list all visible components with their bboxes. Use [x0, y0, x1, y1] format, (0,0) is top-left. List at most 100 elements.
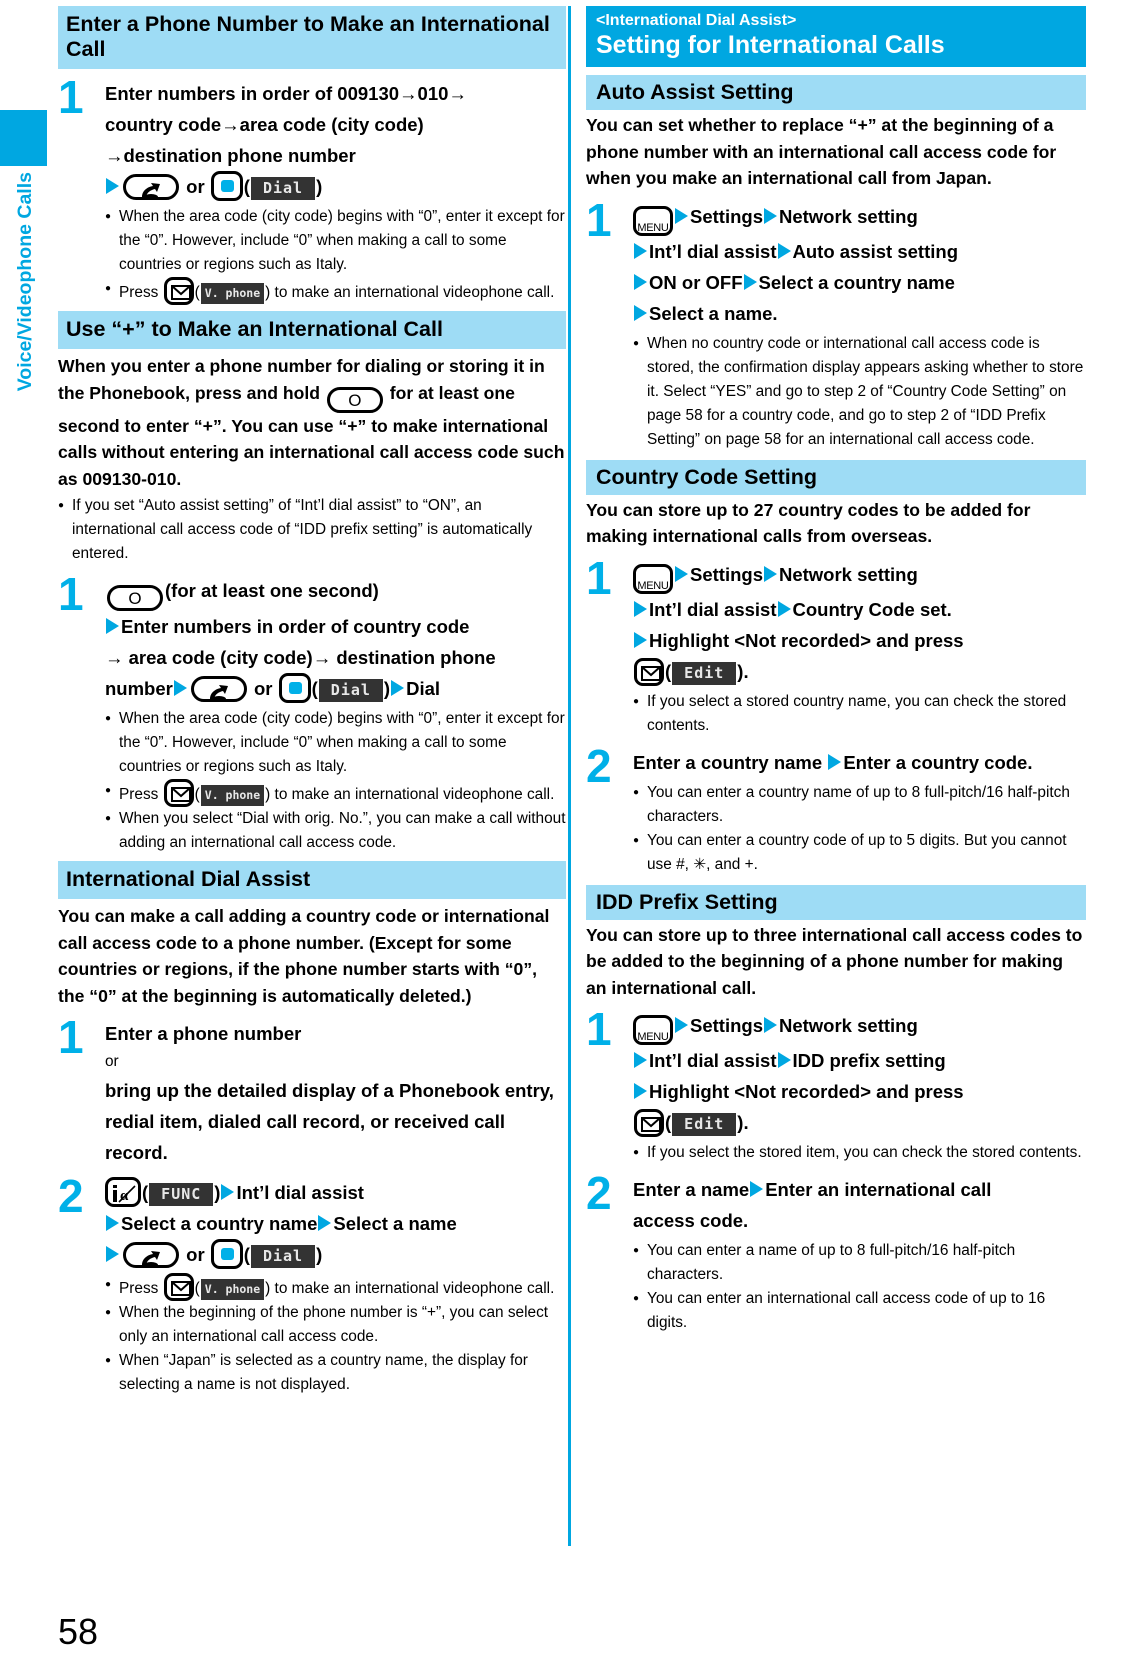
softkey-dial: Dial	[318, 679, 383, 702]
blue-arrow-icon	[763, 565, 777, 582]
step-text: IDD prefix setting	[792, 1050, 946, 1071]
section-title-use-plus: Use “+” to Make an International Call	[58, 311, 566, 349]
blue-arrow-icon	[634, 242, 647, 259]
blue-arrow-icon	[173, 680, 187, 696]
section-lead: You can store up to three international …	[586, 924, 1083, 998]
blue-arrow-icon	[675, 207, 688, 224]
mail-key-icon	[163, 779, 194, 807]
softkey-dial: Dial	[250, 177, 316, 200]
section-lead: You can store up to 27 country codes to …	[586, 499, 1031, 547]
step-text: Select a country name	[121, 1213, 318, 1234]
right-column: <International Dial Assist> Setting for …	[578, 0, 1086, 1335]
call-key-icon	[190, 676, 247, 702]
select-key-icon	[210, 171, 243, 201]
menu-key-icon: MENU	[633, 563, 673, 594]
step-1-country-code: 1 MENUSettings Network setting Int’l dial…	[586, 555, 1086, 738]
step-line: → area code (city code)→ destination pho…	[105, 642, 566, 673]
chapter-title: Setting for International Calls	[596, 31, 945, 59]
zero-key-icon: O	[107, 585, 163, 611]
note-item: If you set “Auto assist setting” of “Int…	[58, 494, 566, 566]
blue-arrow-icon	[106, 618, 119, 634]
arrow-glyph: →	[105, 145, 124, 166]
section-title-international-dial-assist: International Dial Assist	[58, 861, 566, 899]
step-2-enter-name-access-code: 2 Enter a name Enter an international cal…	[586, 1170, 1086, 1335]
step-text: Int’l dial assist	[649, 1050, 777, 1071]
note-item: When no country code or international ca…	[633, 332, 1086, 452]
note-item: You can enter a name of up to 8 full-pit…	[633, 1239, 1086, 1287]
section-lead: You can set whether to replace “+” at th…	[586, 115, 1057, 188]
blue-arrow-icon	[634, 304, 647, 321]
softkey-v-phone: V. phone	[200, 785, 265, 806]
arrow-glyph: →	[448, 83, 467, 104]
step-line: Enter numbers in order of country code	[105, 611, 566, 642]
blue-arrow-icon	[763, 207, 777, 224]
step-text: Settings	[690, 205, 763, 227]
page-number: 58	[58, 1611, 99, 1652]
blue-arrow-icon	[221, 1184, 235, 1200]
note-text: ) to make an international videophone ca…	[265, 786, 555, 803]
blue-arrow-icon	[318, 1215, 332, 1231]
blue-arrow-icon	[828, 753, 842, 770]
step-line: or (Dial)	[105, 1239, 566, 1270]
left-column: Enter a Phone Number to Make an Internat…	[58, 0, 566, 1397]
section-title-country-code-setting: Country Code Setting	[586, 459, 1086, 495]
note-text: , and +.	[706, 855, 758, 873]
step-text: Enter a name	[633, 1179, 750, 1200]
step-text: (for at least one second)	[165, 580, 379, 601]
step-number: 2	[586, 739, 612, 792]
step-text: country code	[105, 114, 222, 135]
step-text: ).	[737, 660, 749, 682]
section-title-idd-prefix-setting: IDD Prefix Setting	[586, 884, 1086, 920]
chapter-subtitle: <International Dial Assist>	[596, 12, 797, 29]
menu-key-glyph: MENU	[637, 579, 669, 592]
blue-arrow-icon	[777, 600, 791, 617]
step-line: Enter a phone number	[105, 1023, 302, 1044]
blue-arrow-icon	[106, 1215, 119, 1231]
blue-arrow-icon	[106, 178, 119, 194]
zero-key-glyph: O	[128, 589, 142, 608]
note-text: Press	[119, 284, 159, 301]
step-text: Int’l dial assist	[649, 598, 777, 620]
step-number: 1	[586, 551, 612, 604]
step-text: Network setting	[778, 563, 918, 585]
step-text: destination phone	[336, 647, 496, 668]
step-text: Network setting	[778, 1015, 918, 1036]
mail-key-icon	[163, 1273, 194, 1301]
step-number: 1	[586, 193, 612, 246]
step-text: Enter a country name	[633, 751, 823, 773]
step-text: Int’l dial assist	[236, 1182, 364, 1203]
func-key-icon: α	[105, 1177, 141, 1207]
step-line: →destination phone number	[105, 140, 566, 171]
chapter-tab-label: Voice/Videophone Calls	[14, 172, 36, 392]
step-line: ON or OFF Select a country name	[633, 267, 1086, 298]
step-line: Int’l dial assist Country Code set.	[633, 594, 1086, 625]
call-key-icon	[123, 174, 179, 200]
menu-key-glyph: MENU	[637, 221, 669, 234]
step-line: Enter a name Enter an international call	[633, 1174, 1086, 1205]
step-text: Network setting	[778, 205, 918, 227]
step-line: Select a country name Select a name	[105, 1208, 566, 1239]
column-divider	[568, 6, 571, 1546]
step-line: (Edit).	[633, 1107, 1086, 1138]
note-text: ) to make an international videophone ca…	[265, 1280, 555, 1297]
blue-arrow-icon	[675, 565, 688, 582]
step-2-func-intl-dial-assist: 2 α(FUNC)Int’l dial assist Select a coun…	[58, 1173, 566, 1397]
step-1-enter-numbers: 1 Enter numbers in order of 009130→010→ …	[58, 74, 566, 305]
step-text: Enter a country code.	[843, 751, 1033, 773]
chapter-tab-block	[0, 110, 47, 166]
menu-key-icon: MENU	[633, 205, 673, 236]
step-1-auto-assist: 1 MENUSettings Network setting Int’l dial…	[586, 197, 1086, 452]
step-line: MENU Settings Network setting	[633, 201, 1086, 236]
step-line: MENU Settings Network setting	[633, 559, 1086, 594]
note-item: Press (V. phone) to make an internationa…	[105, 277, 566, 305]
arrow-glyph: →	[105, 647, 124, 668]
mail-key-icon	[634, 1109, 664, 1137]
select-key-icon	[210, 1239, 243, 1269]
note-text: ) to make an international videophone ca…	[265, 284, 555, 301]
step-text: area code (city code)	[239, 114, 424, 135]
blue-arrow-icon	[634, 273, 647, 290]
step-2-enter-country-name: 2 Enter a country name Enter a country c…	[586, 743, 1086, 877]
step-line: number or (Dial) Dial	[105, 673, 566, 704]
step-1-enter-phone-number: 1 Enter a phone number or bring up the d…	[58, 1014, 566, 1168]
note-list: When no country code or international ca…	[633, 332, 1086, 452]
